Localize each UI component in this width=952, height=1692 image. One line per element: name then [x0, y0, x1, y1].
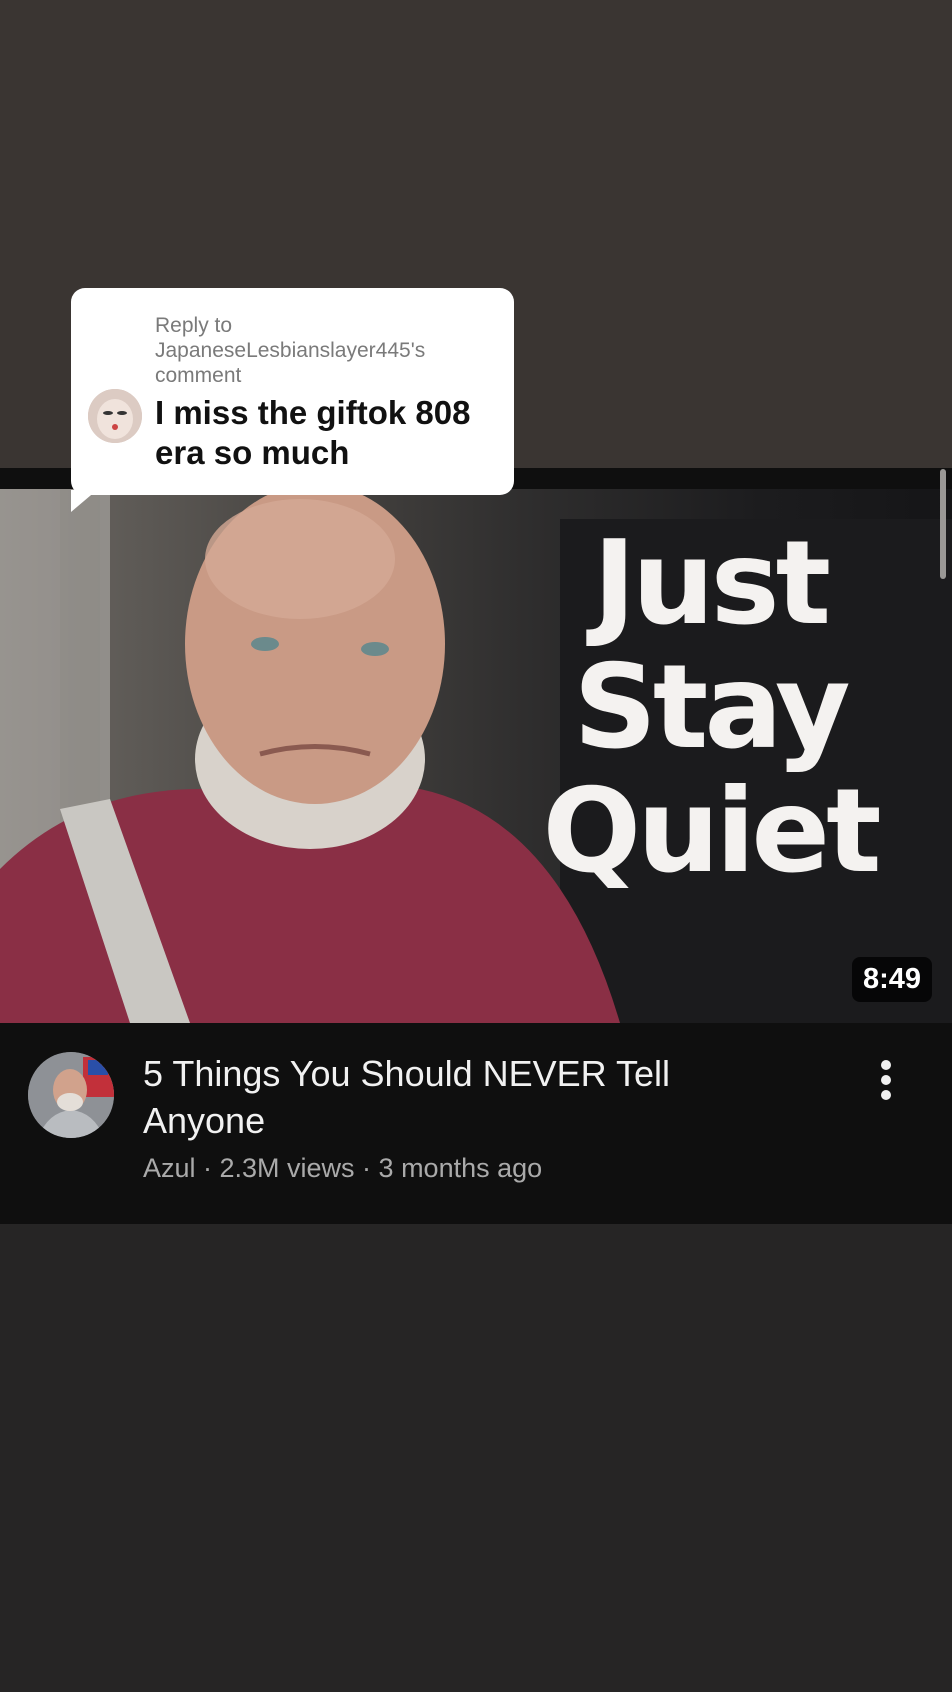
thumbnail-caption-line: Just [592, 516, 831, 651]
video-title[interactable]: 5 Things You Should NEVER Tell Anyone [143, 1050, 763, 1144]
more-vertical-icon[interactable] [866, 1056, 906, 1104]
reply-to-label: Reply to JapaneseLesbianslayer445's comm… [155, 314, 426, 387]
commenter-avatar [88, 389, 142, 443]
thumbnail-caption-line: Quiet [542, 764, 881, 899]
thumbnail-caption-line: Stay [573, 640, 850, 775]
bubble-tail [71, 490, 97, 512]
scrollbar-thumb[interactable] [940, 469, 946, 579]
dot [881, 1090, 891, 1100]
channel-avatar[interactable] [28, 1052, 114, 1138]
thumbnail-caption: Just Stay Quiet [500, 522, 920, 894]
commenter-avatar-image [88, 389, 142, 443]
channel-avatar-image [28, 1052, 114, 1138]
video-meta: Azul · 2.3M views · 3 months ago [143, 1153, 543, 1183]
duration-badge: 8:49 [851, 957, 932, 1002]
dot [881, 1060, 891, 1070]
comment-text: I miss the giftok 808 era so much [155, 394, 471, 471]
dot [881, 1075, 891, 1085]
